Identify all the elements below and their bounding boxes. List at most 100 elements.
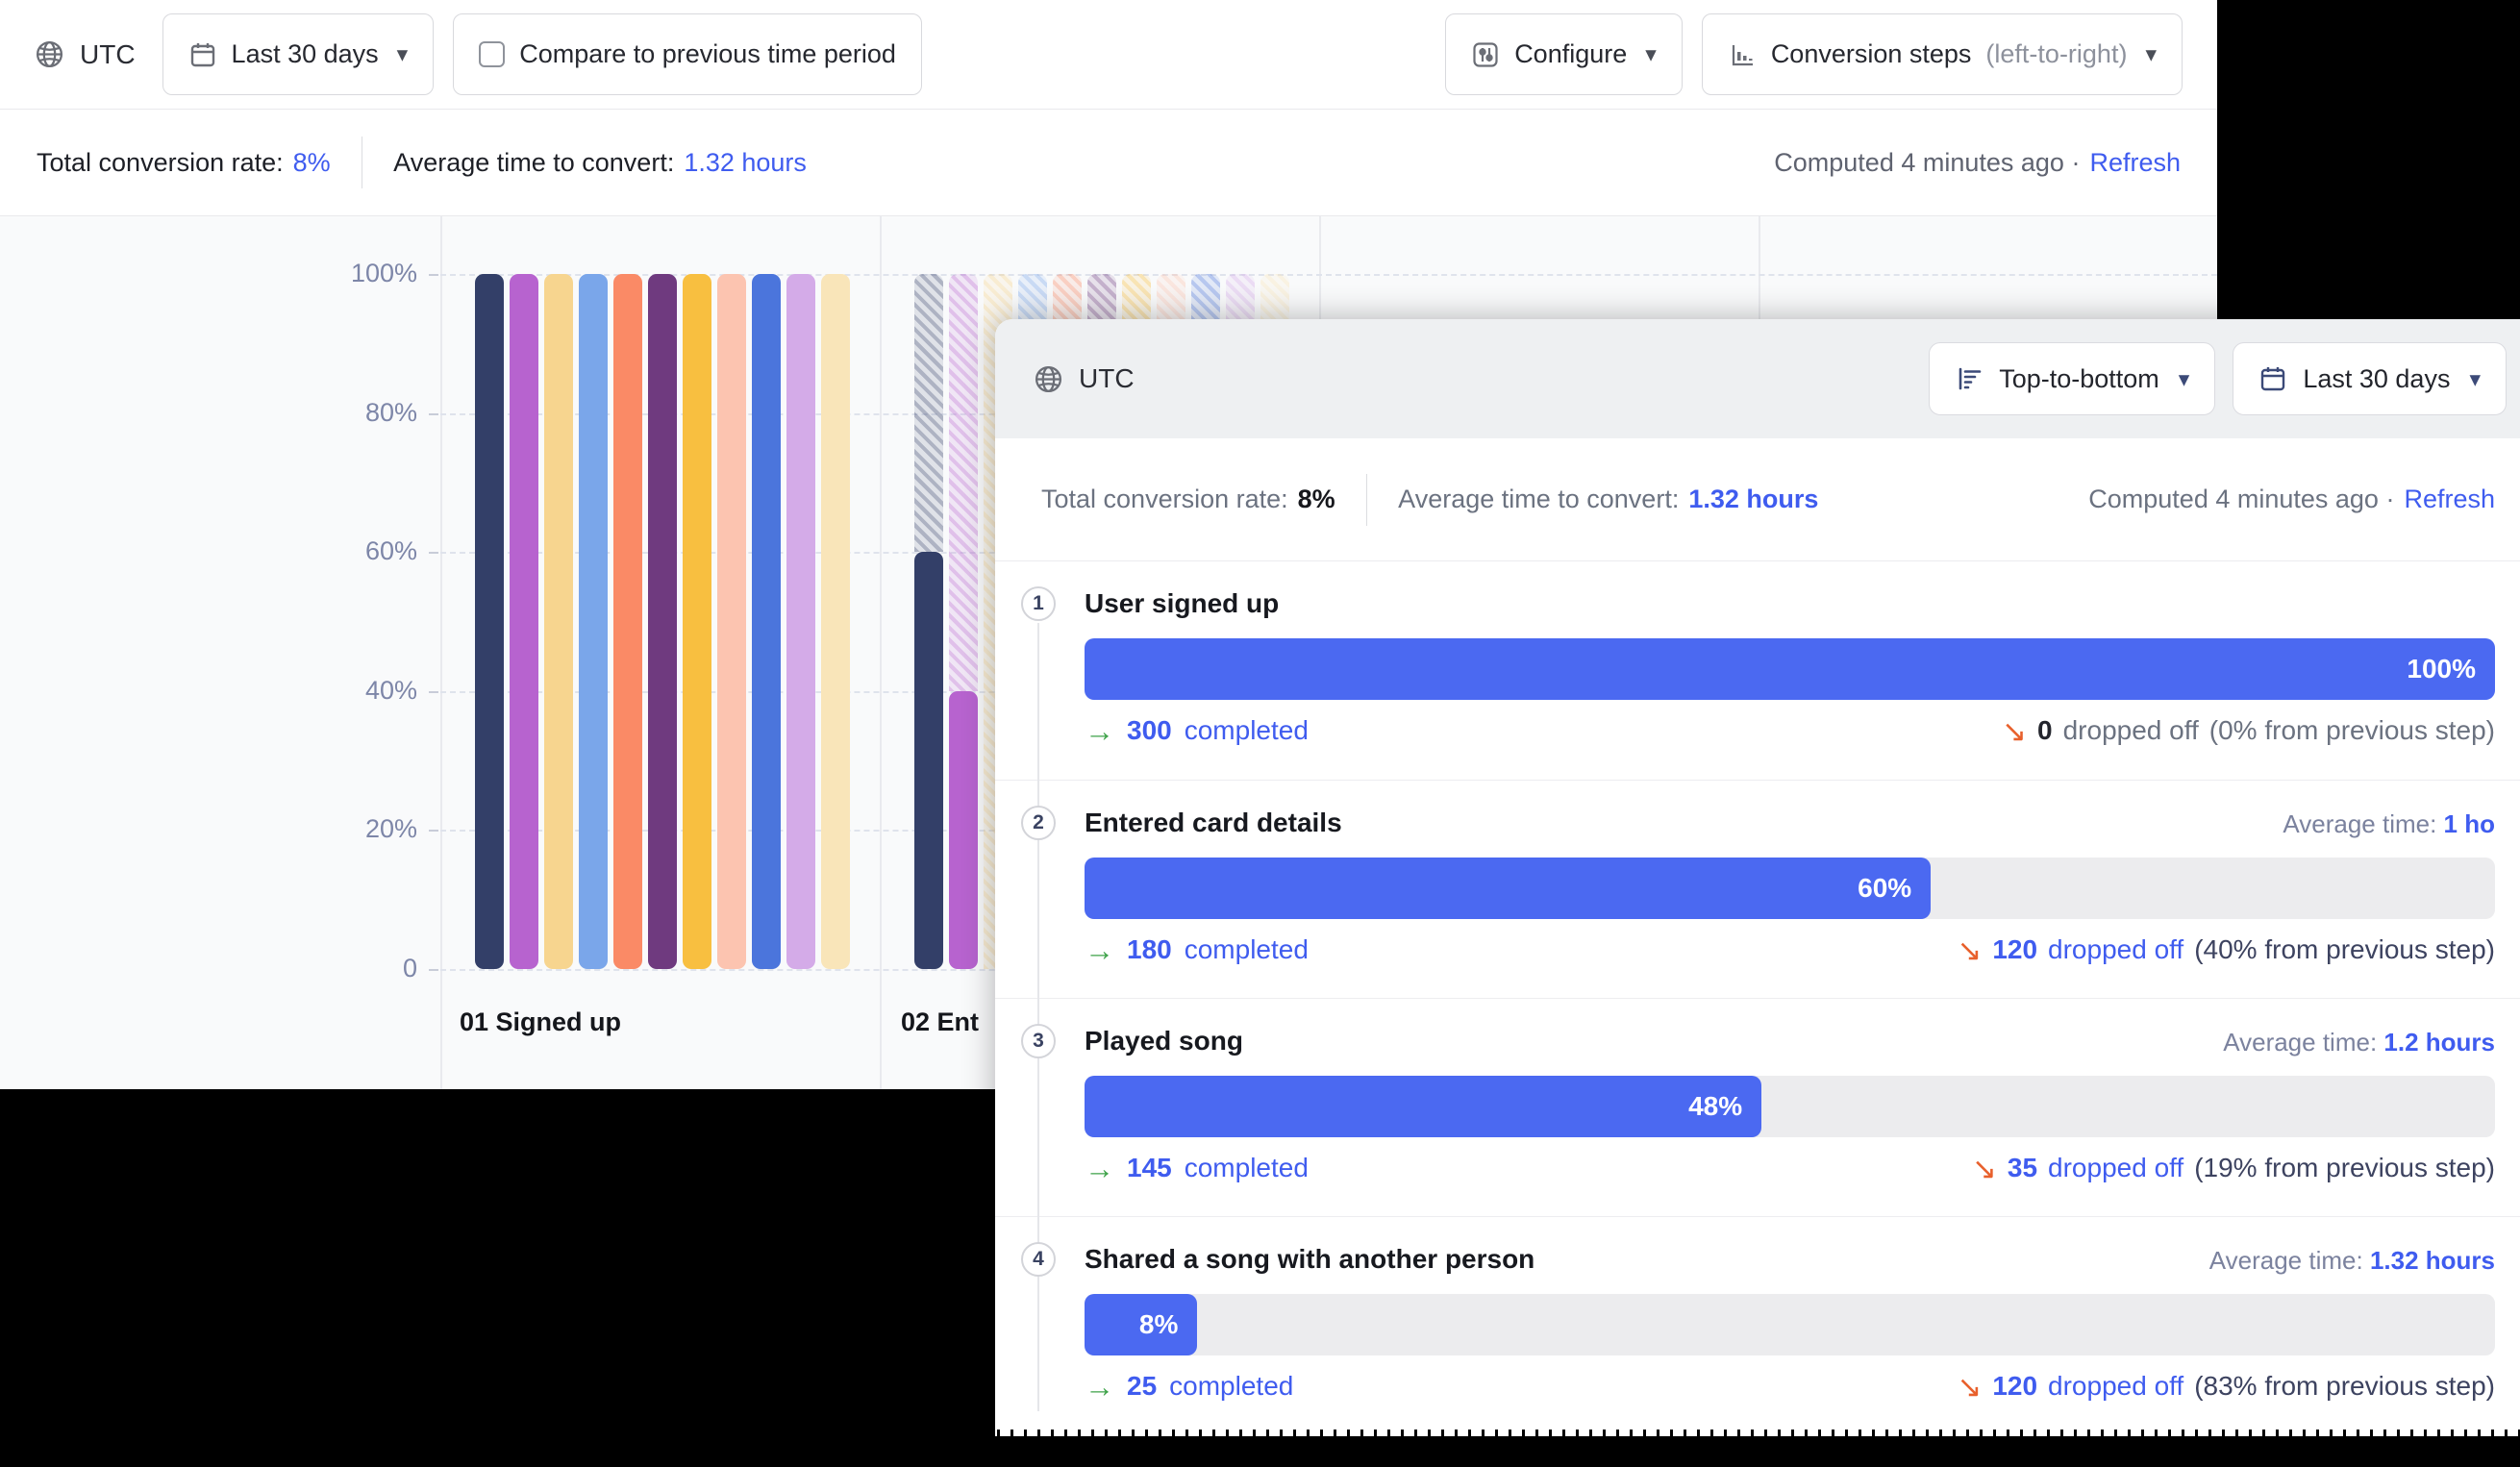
dropped-word[interactable]: dropped off: [2048, 1371, 2183, 1402]
chevron-down-icon: ▾: [2469, 365, 2481, 391]
completed-word[interactable]: completed: [1169, 1371, 1293, 1402]
date-range-dropdown[interactable]: Last 30 days ▾: [162, 13, 435, 95]
step-order-dropdown[interactable]: Top-to-bottom ▾: [1929, 342, 2216, 415]
chart-bar[interactable]: [475, 274, 504, 969]
insight-toolbar: UTC Last 30 days ▾ Compare to previous t…: [0, 0, 2217, 110]
completed-word[interactable]: completed: [1185, 715, 1309, 746]
date-range-label: Last 30 days: [2303, 363, 2451, 393]
chart-bar[interactable]: [544, 274, 573, 969]
configure-label: Configure: [1514, 39, 1628, 68]
chart-bar[interactable]: [510, 274, 538, 969]
chart-bar-dropped-hatch[interactable]: [949, 274, 978, 691]
refresh-link[interactable]: Refresh: [2089, 148, 2181, 178]
conversion-bar-fill: 100%: [1085, 638, 2495, 700]
date-range-label: Last 30 days: [231, 39, 379, 68]
chart-bar-dropped-hatch[interactable]: [914, 274, 943, 553]
completed-count-link[interactable]: 25: [1127, 1371, 1157, 1402]
globe-icon: [35, 39, 64, 69]
dropped-percent-note: (40% from previous step): [2194, 934, 2495, 964]
y-axis-label: 80%: [364, 397, 417, 427]
dropped-count-link[interactable]: 35: [2008, 1153, 2037, 1183]
arrow-down-right-icon: ↘: [2002, 713, 2028, 748]
step-number-badge: 4: [1021, 1242, 1056, 1277]
axis-tick: [429, 552, 438, 555]
average-time-value: 1.32 hours: [2369, 1246, 2495, 1275]
conversion-summary-row: Total conversion rate: 8% Average time t…: [995, 438, 2520, 561]
column-separator: [880, 216, 882, 1089]
y-axis-label: 100%: [350, 259, 417, 287]
step-title: Entered card details: [1085, 808, 1342, 837]
computed-ago-text: Computed 4 minutes ago ·: [2088, 485, 2395, 513]
compare-toggle[interactable]: Compare to previous time period: [453, 13, 922, 95]
y-axis-label: 0: [402, 954, 417, 982]
arrow-right-icon: →: [1085, 713, 1114, 748]
step-connector-line: [1037, 623, 1039, 1411]
dropped-word[interactable]: dropped off: [2048, 934, 2183, 965]
axis-tick: [429, 690, 438, 693]
conversion-bar-track: 8%: [1085, 1294, 2495, 1355]
dropped-count-link[interactable]: 120: [1992, 934, 2037, 965]
step-title: User signed up: [1085, 588, 1280, 618]
completed-count-link[interactable]: 180: [1127, 934, 1172, 965]
compare-checkbox[interactable]: [479, 41, 506, 67]
dropped-percent-note: (0% from previous step): [2208, 715, 2495, 745]
dropped-off-row: ↘ 0 dropped off (0% from previous step): [2002, 715, 2495, 746]
completed-word[interactable]: completed: [1185, 1153, 1309, 1183]
funnel-step-row: 4 Shared a song with another person Averag…: [995, 1216, 2520, 1434]
completed-count-link[interactable]: 300: [1127, 715, 1172, 746]
completed-word[interactable]: completed: [1185, 934, 1309, 965]
arrow-down-right-icon: ↘: [1971, 1151, 1997, 1185]
arrow-right-icon: →: [1085, 1151, 1114, 1185]
chevron-down-icon: ▾: [396, 41, 409, 66]
chart-bar[interactable]: [683, 274, 711, 969]
chart-bar[interactable]: [949, 690, 978, 969]
step-average-time: Average time: 1.32 hours: [2209, 1246, 2495, 1276]
black-background-top-right: [2217, 0, 2520, 327]
timezone-indicator[interactable]: UTC: [35, 39, 136, 70]
torn-black-edge-bottom-left: [0, 1089, 995, 1467]
axis-tick: [429, 830, 438, 833]
chart-bar[interactable]: [821, 274, 850, 969]
step-number-badge: 3: [1021, 1024, 1056, 1058]
chevron-down-icon: ▾: [2145, 41, 2157, 66]
compare-label: Compare to previous time period: [519, 39, 896, 68]
average-time-label: Average time:: [2283, 809, 2444, 838]
y-axis-label: 20%: [364, 814, 417, 844]
refresh-link[interactable]: Refresh: [2404, 485, 2495, 514]
chart-bar[interactable]: [613, 274, 642, 969]
column-separator: [440, 216, 442, 1089]
chart-bar[interactable]: [579, 274, 608, 969]
completed-row: → 300 completed: [1085, 715, 1309, 746]
dropped-count-link[interactable]: 120: [1992, 1371, 2037, 1402]
funnel-step-row: 3 Played song Average time: 1.2 hours 48% → 1…: [995, 998, 2520, 1216]
configure-dropdown[interactable]: Configure ▾: [1445, 13, 1683, 95]
timezone-label: UTC: [1079, 363, 1135, 393]
total-conversion-label: Total conversion rate:: [37, 147, 284, 177]
chart-bar[interactable]: [914, 552, 943, 969]
chart-type-dropdown[interactable]: Conversion steps (left-to-right) ▾: [1701, 13, 2183, 95]
arrow-down-right-icon: ↘: [1957, 932, 1983, 967]
x-axis-step-label: 02 Ent: [901, 1007, 980, 1036]
conversion-bar-fill: 8%: [1085, 1294, 1198, 1355]
avg-time-value: 1.32 hours: [1688, 485, 1819, 513]
completed-row: → 25 completed: [1085, 1371, 1293, 1402]
completed-count-link[interactable]: 145: [1127, 1153, 1172, 1183]
step-number-badge: 1: [1021, 586, 1056, 621]
dropped-word[interactable]: dropped off: [2048, 1153, 2183, 1183]
timezone-indicator[interactable]: UTC: [1034, 363, 1135, 394]
chart-bar[interactable]: [648, 274, 677, 969]
chart-bar[interactable]: [717, 274, 746, 969]
arrow-right-icon: →: [1085, 1369, 1114, 1404]
avg-time-label: Average time to convert:: [1398, 485, 1680, 513]
conversion-bar-fill: 60%: [1085, 858, 1932, 919]
funnel-order-icon: [1955, 364, 1984, 393]
chart-bar[interactable]: [752, 274, 781, 969]
x-axis-step-label: 01 Signed up: [460, 1007, 622, 1036]
date-range-dropdown[interactable]: Last 30 days ▾: [2233, 342, 2507, 415]
chart-bar[interactable]: [786, 274, 815, 969]
completed-row: → 145 completed: [1085, 1153, 1309, 1183]
funnel-steps-panel: UTC Top-to-bottom ▾ Last 30 days ▾ Total…: [995, 319, 2520, 1436]
divider: [1365, 473, 1368, 526]
step-title: Shared a song with another person: [1085, 1244, 1535, 1274]
funnel-panel-header: UTC Top-to-bottom ▾ Last 30 days ▾: [995, 319, 2520, 438]
